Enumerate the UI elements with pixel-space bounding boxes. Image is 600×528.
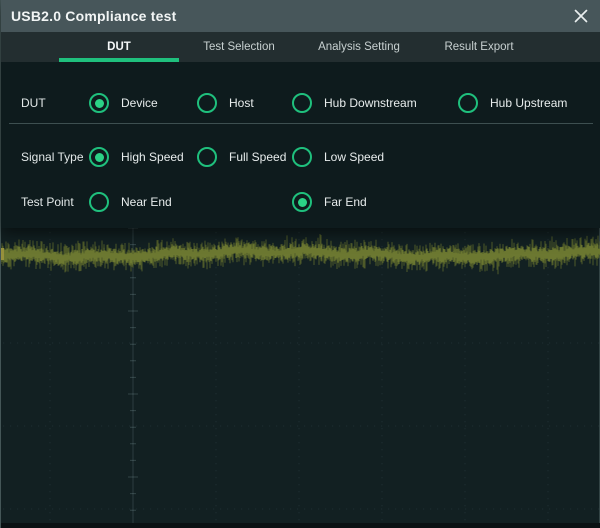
radio-label: Hub Downstream [324,96,417,110]
radio-high-speed[interactable]: High Speed [89,147,184,167]
graticule-grid [3,232,599,520]
radio-hub-downstream[interactable]: Hub Downstream [292,93,417,113]
tab-label: Result Export [444,41,513,53]
radio-label: Low Speed [324,150,384,164]
trace-start-marker [1,248,4,260]
dialog-title: USB2.0 Compliance test [11,0,176,32]
oscilloscope-screen: USB2.0 Compliance test DUT Test Selectio… [0,0,600,528]
radio-label: Far End [324,195,367,209]
radio-full-speed[interactable]: Full Speed [197,147,286,167]
radio-hub-upstream[interactable]: Hub Upstream [458,93,567,113]
radio-icon [292,147,312,167]
radio-label: Near End [121,195,172,209]
close-button[interactable] [568,3,594,29]
tab-dut[interactable]: DUT [59,32,179,62]
tab-test-selection[interactable]: Test Selection [179,32,299,62]
radio-icon [89,147,109,167]
radio-label: Full Speed [229,150,286,164]
radio-icon [292,93,312,113]
title-bar: USB2.0 Compliance test [1,0,600,32]
oscilloscope-display [1,228,600,528]
radio-near-end[interactable]: Near End [89,192,172,212]
radio-icon [89,192,109,212]
radio-far-end[interactable]: Far End [292,192,367,212]
screen-bottom-edge [1,523,600,528]
radio-icon [197,147,217,167]
tab-label: Analysis Setting [318,41,400,53]
radio-label: Host [229,96,254,110]
divider [9,123,593,124]
radio-host[interactable]: Host [197,93,254,113]
test-point-field-label: Test Point [21,192,74,212]
tab-result-export[interactable]: Result Export [419,32,539,62]
close-icon [573,8,589,24]
waveform-area [1,228,600,528]
dut-field-label: DUT [21,93,46,113]
radio-icon [458,93,478,113]
radio-label: Device [121,96,158,110]
settings-panel: DUT Device Host Hub Downstream Hub Upstr… [1,62,600,228]
tab-bar: DUT Test Selection Analysis Setting Resu… [1,32,600,62]
tab-label: DUT [107,41,131,53]
radio-label: Hub Upstream [490,96,567,110]
radio-icon [89,93,109,113]
radio-low-speed[interactable]: Low Speed [292,147,384,167]
usb-compliance-dialog: USB2.0 Compliance test DUT Test Selectio… [1,0,600,228]
radio-icon [292,192,312,212]
radio-label: High Speed [121,150,184,164]
radio-device[interactable]: Device [89,93,158,113]
signal-type-field-label: Signal Type [21,147,84,167]
tab-label: Test Selection [203,41,275,53]
tab-analysis-setting[interactable]: Analysis Setting [299,32,419,62]
radio-icon [197,93,217,113]
